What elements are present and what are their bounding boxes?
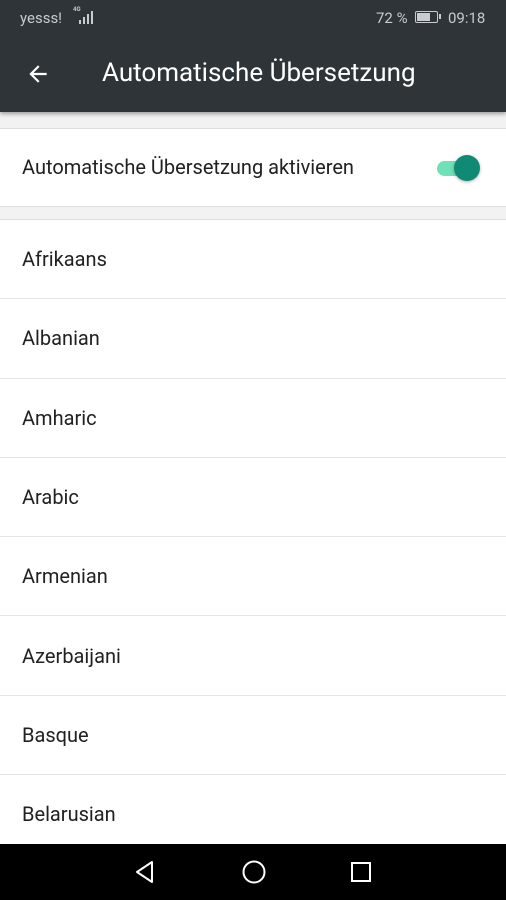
status-bar: yesss! 4G 72 % 09:18 — [0, 0, 506, 36]
app-bar: yesss! 4G 72 % 09:18 Automatische Überse… — [0, 0, 506, 112]
language-item-basque[interactable]: Basque — [0, 696, 506, 776]
signal-strength-icon: 4G — [73, 6, 99, 24]
language-item-albanian[interactable]: Albanian — [0, 299, 506, 379]
auto-translate-switch[interactable] — [437, 155, 481, 181]
nav-back-icon — [136, 861, 153, 883]
language-list: Afrikaans Albanian Amharic Arabic Armeni… — [0, 219, 506, 844]
language-item-belarusian[interactable]: Belarusian — [0, 775, 506, 844]
battery-percentage: 72 % — [376, 9, 408, 27]
back-button[interactable] — [18, 54, 58, 94]
nav-back-button[interactable] — [130, 857, 160, 887]
system-navigation-bar — [0, 844, 506, 900]
nav-recents-button[interactable] — [346, 857, 376, 887]
nav-home-icon — [242, 860, 266, 884]
switch-thumb — [454, 155, 480, 181]
network-type-label: 4G — [73, 6, 81, 13]
settings-content: Automatische Übersetzung aktivieren Afri… — [0, 112, 506, 844]
arrow-back-icon — [29, 65, 47, 83]
language-item-azerbaijani[interactable]: Azerbaijani — [0, 616, 506, 696]
toolbar: Automatische Übersetzung — [0, 36, 506, 112]
nav-recents-icon — [351, 862, 371, 882]
language-item-amharic[interactable]: Amharic — [0, 379, 506, 458]
page-title: Automatische Übersetzung — [102, 58, 416, 88]
language-item-armenian[interactable]: Armenian — [0, 537, 506, 617]
language-item-arabic[interactable]: Arabic — [0, 458, 506, 538]
nav-home-button[interactable] — [239, 857, 269, 887]
auto-translate-setting[interactable]: Automatische Übersetzung aktivieren — [0, 128, 506, 207]
battery-icon — [415, 11, 441, 23]
carrier-name: yesss! — [20, 9, 63, 27]
status-clock: 09:18 — [448, 9, 486, 27]
auto-translate-label: Automatische Übersetzung aktivieren — [22, 155, 354, 179]
language-item-afrikaans[interactable]: Afrikaans — [0, 220, 506, 300]
